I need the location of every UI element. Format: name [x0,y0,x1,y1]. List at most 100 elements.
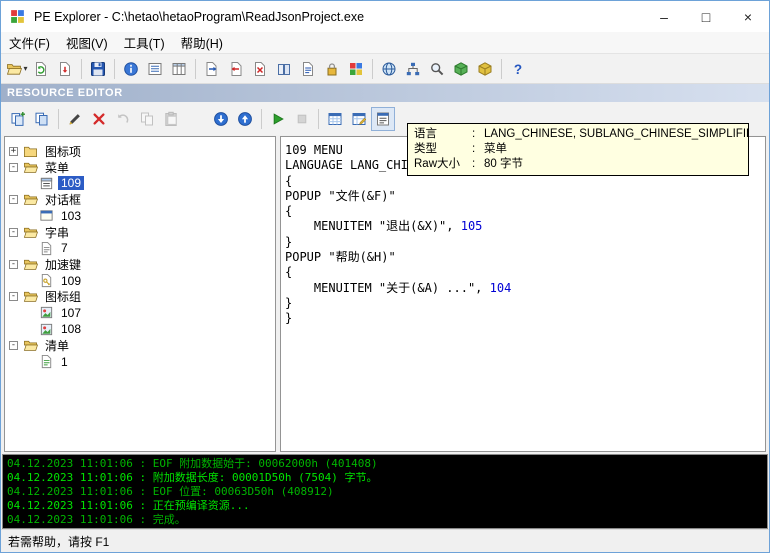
tree-item-dialog-103[interactable]: 103 [5,208,275,224]
next-resource-button[interactable] [209,107,233,131]
tree-item-label: 清单 [42,337,72,354]
save-button[interactable] [86,57,110,81]
undo-button[interactable] [111,107,135,131]
stop-button[interactable] [290,107,314,131]
edit-resource-button[interactable] [63,107,87,131]
section-headers-button[interactable] [143,57,167,81]
doc-blue-icon [300,61,316,77]
expand-icon[interactable]: + [9,147,18,156]
menu-view[interactable]: 视图(V) [58,32,116,53]
delete-resource-button[interactable] [87,107,111,131]
doc-green-icon [33,61,49,77]
log-line: 04.12.2023 11:01:06 : EOF 位置: 00063D50h … [7,485,763,499]
collapse-icon[interactable]: - [9,260,18,269]
maximize-button[interactable]: □ [685,1,727,32]
close-button[interactable]: × [727,1,769,32]
res-icon-icon [39,322,54,337]
tree-item-accelerator-folder[interactable]: - 加速键 [5,256,275,272]
compile-button[interactable] [266,107,290,131]
folder-open-icon [23,257,38,272]
columns-icon [171,61,187,77]
menu-help[interactable]: 帮助(H) [173,32,231,53]
tree-item-accelerator-109[interactable]: 109 [5,273,275,289]
log-line: 04.12.2023 11:01:06 : EOF 附加数据始于: 000620… [7,457,763,471]
toolbar-spacer [183,118,209,119]
reload-button[interactable] [29,57,53,81]
tree-item-string-folder[interactable]: -字串 [5,224,275,240]
collapse-icon[interactable]: - [9,195,18,204]
tree-item-string-7[interactable]: 7 [5,240,275,256]
delay-import-button[interactable] [248,57,272,81]
toolbar-separator [114,59,115,79]
svg-text:?: ? [514,62,522,77]
minimize-button[interactable]: – [643,1,685,32]
save-icon [90,61,106,77]
tree-item-icon-group-107[interactable]: 107 [5,305,275,321]
toolbar-separator [501,59,502,79]
plugins-button[interactable] [473,57,497,81]
headers-info-button[interactable] [119,57,143,81]
tooltip-row: 类型:菜单 [414,142,742,157]
resource-editor-header: RESOURCE EDITOR [1,84,769,102]
relocations-button[interactable] [272,57,296,81]
resource-source-view[interactable]: 109 MENULANGUAGE LANG_CHINESE, SUBLANG_C… [280,136,766,452]
security-button[interactable] [320,57,344,81]
open-button[interactable]: ▾ [5,57,29,81]
dropdown-caret-icon[interactable]: ▾ [23,64,27,73]
tree-item-manifest-folder[interactable]: - 清单 [5,337,275,353]
add-resource-button[interactable] [6,107,30,131]
tree-item-icon-group-folder[interactable]: -图标组 [5,289,275,305]
doc-x-icon [252,61,268,77]
toolbar-separator [372,59,373,79]
collapse-icon[interactable]: - [9,341,18,350]
editor-view-button[interactable] [323,107,347,131]
main-area: +图标项-菜单109-对话框103-字串7-加速键109-图标组107108-清… [1,135,769,454]
tree-item-icon-entries[interactable]: +图标项 [5,143,275,159]
menu-file[interactable]: 文件(F) [1,32,58,53]
title-bar[interactable]: PE Explorer - C:\hetao\hetaoProgram\Read… [1,1,769,32]
export-view-button[interactable] [200,57,224,81]
log-panel[interactable]: 04.12.2023 11:01:06 : EOF 附加数据始于: 000620… [2,454,768,529]
import-view-button[interactable] [224,57,248,81]
resource-editor-button[interactable] [344,57,368,81]
cube-yellow-icon [477,61,493,77]
properties-button[interactable] [371,107,395,131]
paste-button[interactable] [159,107,183,131]
tree-item-dialog-folder[interactable]: -对话框 [5,192,275,208]
debug-info-button[interactable] [296,57,320,81]
dependency-scanner-button[interactable] [377,57,401,81]
log-line: 04.12.2023 11:01:06 : 完成。 [7,513,763,527]
raw-edit-button[interactable] [347,107,371,131]
tooltip-value: 80 字节 [484,157,523,172]
tree-item-manifest-1[interactable]: 1 [5,353,275,369]
help-button[interactable]: ? [506,57,530,81]
code-line: MENUITEM "关于(&A) ...", 104 [285,281,761,296]
code-line: } [285,296,761,311]
copy-icon [139,111,155,127]
structure-viewer-button[interactable] [401,57,425,81]
copy-button[interactable] [135,107,159,131]
log-line: 04.12.2023 11:01:06 : 正在预编译资源... [7,499,763,513]
tree-item-menu-folder[interactable]: -菜单 [5,159,275,175]
tree-item-label: 109 [58,274,84,288]
tree-item-label: 108 [58,322,84,336]
code-line: POPUP "帮助(&H)" [285,250,761,265]
tree-item-menu-109[interactable]: 109 [5,175,275,191]
tree-item-label: 7 [58,241,71,255]
collapse-icon[interactable]: - [9,228,18,237]
dump-button[interactable] [53,57,77,81]
collapse-icon[interactable]: - [9,163,18,172]
menu-tools[interactable]: 工具(T) [116,32,173,53]
resource-tree[interactable]: +图标项-菜单109-对话框103-字串7-加速键109-图标组107108-清… [4,136,276,452]
search-button[interactable] [425,57,449,81]
prev-resource-button[interactable] [233,107,257,131]
tooltip-value: LANG_CHINESE, SUBLANG_CHINESE_SIMPLIFIED [484,127,749,142]
collapse-icon[interactable]: - [9,292,18,301]
tree-item-icon-group-108[interactable]: 108 [5,321,275,337]
res-menu-icon [39,176,54,191]
duplicate-resource-button[interactable] [30,107,54,131]
disassembler-button[interactable] [449,57,473,81]
data-directories-button[interactable] [167,57,191,81]
grid-view-icon [327,111,343,127]
tree-item-label: 加速键 [42,256,84,273]
